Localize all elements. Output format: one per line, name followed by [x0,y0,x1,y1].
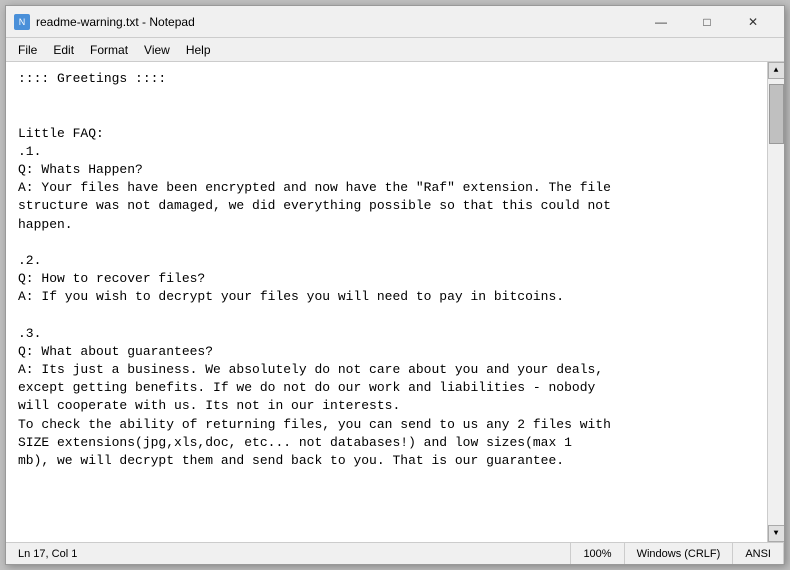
app-icon-letter: N [19,17,26,27]
zoom-level: 100% [571,543,624,564]
window-title: readme-warning.txt - Notepad [36,15,638,29]
menu-help[interactable]: Help [178,41,219,59]
editor-wrapper: ▲ ▼ [6,62,784,542]
scroll-thumb[interactable] [769,84,784,144]
menu-format[interactable]: Format [82,41,136,59]
notepad-window: N readme-warning.txt - Notepad — □ ✕ Fil… [5,5,785,565]
scrollbar: ▲ ▼ [767,62,784,542]
close-button[interactable]: ✕ [730,6,776,38]
maximize-button[interactable]: □ [684,6,730,38]
minimize-button[interactable]: — [638,6,684,38]
menu-file[interactable]: File [10,41,45,59]
scroll-up-button[interactable]: ▲ [768,62,785,79]
scroll-track [768,79,785,525]
scroll-down-button[interactable]: ▼ [768,525,785,542]
menubar: File Edit Format View Help [6,38,784,62]
line-ending: Windows (CRLF) [625,543,734,564]
statusbar: Ln 17, Col 1 100% Windows (CRLF) ANSI [6,542,784,564]
cursor-position: Ln 17, Col 1 [6,543,571,564]
window-controls: — □ ✕ [638,6,776,38]
encoding: ANSI [733,543,784,564]
menu-view[interactable]: View [136,41,178,59]
text-editor[interactable] [6,62,767,542]
titlebar: N readme-warning.txt - Notepad — □ ✕ [6,6,784,38]
menu-edit[interactable]: Edit [45,41,82,59]
app-icon: N [14,14,30,30]
